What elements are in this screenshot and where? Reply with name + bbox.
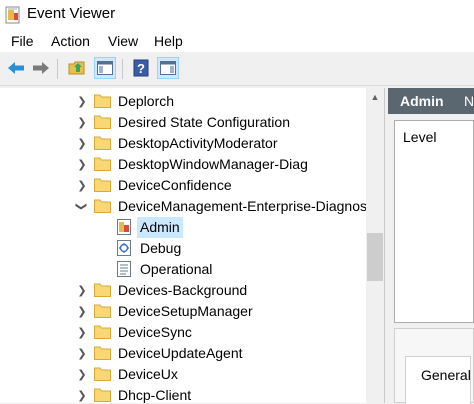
tree-item-label: DeviceUpdateAgent [118,345,243,361]
chevron-right-icon[interactable]: ❯ [76,93,88,109]
show-hide-action-pane-button[interactable] [157,57,179,79]
show-hide-console-tree-button[interactable] [94,57,116,79]
column-header-level[interactable]: Level [403,129,436,145]
debug-log-icon [117,240,131,256]
tab-general[interactable]: General [405,356,471,404]
window-title: Event Viewer [27,5,116,22]
menu-help[interactable]: Help [154,33,183,49]
toolbar-separator [57,59,58,79]
tree-item-label: Operational [140,261,213,277]
tree-item[interactable]: ❯ Desired State Configuration [0,112,366,133]
chevron-down-icon[interactable]: ❯ [76,198,88,214]
tree-item-label: DeviceConfidence [118,177,232,193]
tree-item-label: DesktopActivityModerator [118,135,278,151]
show-hide-console-tree-icon [97,61,113,75]
toolbar: ? [0,53,474,86]
tree-item[interactable]: ❯ DeviceSetupManager [0,301,366,322]
toolbar-separator [122,59,123,79]
title-bar: Event Viewer [0,0,474,30]
tree-item-label: DeviceSync [118,324,192,340]
menu-action[interactable]: Action [51,33,90,49]
chevron-right-icon[interactable]: ❯ [76,114,88,130]
folder-icon [94,283,111,297]
events-list[interactable]: Level [394,120,474,323]
tree-item-operational[interactable]: Operational [0,259,366,280]
folder-icon [94,388,111,402]
tree-item-label: Desired State Configuration [118,114,290,130]
tree-item-label: DeviceUx [118,366,178,382]
operational-log-icon [117,261,131,277]
console-tree[interactable]: ❯ Deplorch ❯ Desired State Configuration… [0,88,385,403]
help-icon: ? [133,59,149,77]
tree-item[interactable]: ❯ Dhcp-Client [0,385,366,403]
tree-item-label: Devices-Background [118,282,248,298]
chevron-right-icon[interactable]: ❯ [76,366,88,382]
tree-item-label: Debug [140,240,182,256]
folder-icon [94,367,111,381]
tree-item[interactable]: ❯ DesktopWindowManager-Diag [0,154,366,175]
back-button[interactable] [5,57,27,79]
up-folder-icon [68,61,85,75]
menu-view[interactable]: View [108,33,138,49]
tree-scrollbar[interactable]: ▲ [366,88,384,403]
back-arrow-icon [8,62,24,74]
tree-item[interactable]: ❯ DeviceManagement-Enterprise-Diagnost [0,196,371,217]
chevron-right-icon[interactable]: ❯ [76,282,88,298]
chevron-right-icon[interactable]: ❯ [76,135,88,151]
folder-icon [94,304,111,318]
tree-item[interactable]: ❯ Deplorch [0,91,366,112]
menu-bar: File Action View Help [0,30,474,52]
help-button[interactable]: ? [130,57,152,79]
details-pane: Admin N Level General [388,88,474,404]
tree-item[interactable]: ❯ Devices-Background [0,280,366,301]
tree-item[interactable]: ❯ DesktopActivityModerator [0,133,366,154]
admin-log-icon [117,219,131,235]
tree-item-debug[interactable]: Debug [0,238,366,259]
details-header-extra: N [464,93,474,109]
folder-icon [94,157,111,171]
chevron-right-icon[interactable]: ❯ [76,177,88,193]
scroll-up-arrow-icon[interactable]: ▲ [366,88,384,106]
chevron-right-icon[interactable]: ❯ [76,156,88,172]
folder-icon [94,346,111,360]
show-hide-action-pane-icon [160,61,176,75]
chevron-right-icon[interactable]: ❯ [76,324,88,340]
folder-icon [94,325,111,339]
folder-icon [94,178,111,192]
tab-general-label: General [421,367,471,383]
details-header: Admin N [388,88,474,114]
up-one-level-button[interactable] [66,57,88,79]
forward-button[interactable] [30,57,52,79]
forward-arrow-icon [33,62,49,74]
event-viewer-icon [5,6,20,24]
tree-item-label: DeviceManagement-Enterprise-Diagnost [118,198,371,214]
tree-item[interactable]: ❯ DeviceUx [0,364,366,385]
chevron-right-icon[interactable]: ❯ [76,387,88,403]
details-header-title: Admin [400,93,444,109]
folder-icon [94,136,111,150]
tree-item[interactable]: ❯ DeviceSync [0,322,366,343]
tree-item-label: Dhcp-Client [118,387,192,403]
chevron-right-icon[interactable]: ❯ [76,303,88,319]
tree-item-label: DesktopWindowManager-Diag [118,156,308,172]
tree-item-label: Admin [137,217,183,238]
tree-item-label: DeviceSetupManager [118,303,253,319]
scroll-thumb[interactable] [367,233,383,281]
menu-file[interactable]: File [11,33,34,49]
tree-item[interactable]: ❯ DeviceUpdateAgent [0,343,366,364]
tree-item-admin[interactable]: Admin [0,217,366,238]
folder-open-icon [94,199,111,213]
folder-icon [94,115,111,129]
chevron-right-icon[interactable]: ❯ [76,345,88,361]
event-details-tabs: General [394,328,474,404]
tree-item[interactable]: ❯ DeviceConfidence [0,175,366,196]
tree-item-label: Deplorch [118,93,175,109]
svg-text:?: ? [137,61,145,76]
folder-icon [94,94,111,108]
